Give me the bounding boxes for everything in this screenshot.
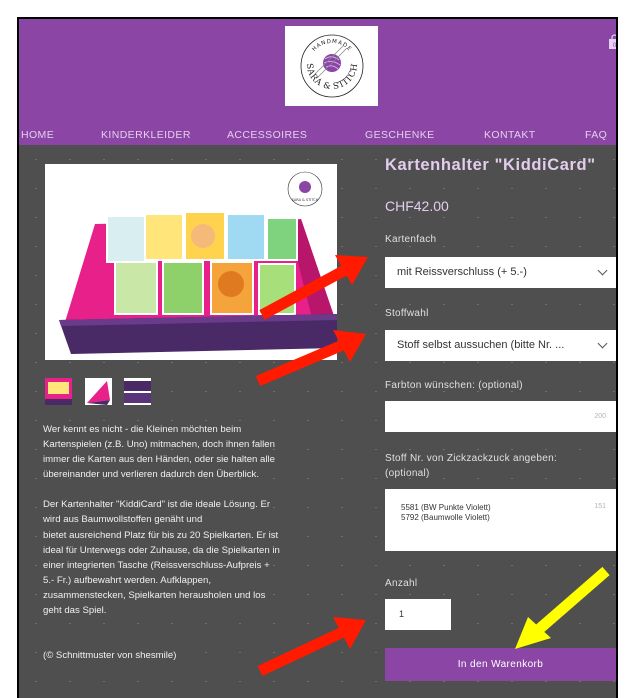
chevron-down-icon	[597, 338, 608, 349]
nav-kinderkleider[interactable]: KINDERKLEIDER	[101, 129, 191, 141]
quantity-input[interactable]: 1	[385, 599, 451, 630]
svg-text:HANDMADE: HANDMADE	[311, 39, 352, 53]
thumbnail-image-icon	[124, 381, 151, 403]
stoff-nr-line: 5792 (Baumwolle Violett)	[401, 512, 490, 522]
stoff-nr-textarea[interactable]: 5581 (BW Punkte Violett) 5792 (Baumwolle…	[385, 489, 616, 551]
cart-count: 0	[613, 43, 617, 49]
stoffwahl-label: Stoffwahl	[385, 308, 429, 319]
product-page: SARA & STITCH Wer kennt es nicht - die K…	[19, 145, 616, 698]
pattern-credit: (© Schnittmuster von shesmile)	[43, 650, 177, 662]
kartenfach-value: mit Reissverschluss (+ 5.-)	[397, 266, 527, 278]
kartenfach-dropdown[interactable]: mit Reissverschluss (+ 5.-)	[385, 257, 616, 288]
nav-faq[interactable]: FAQ	[585, 129, 607, 141]
kartenfach-label: Kartenfach	[385, 234, 437, 245]
add-to-cart-button[interactable]: In den Warenkorb	[385, 648, 616, 681]
cart-button[interactable]: 0	[608, 34, 617, 50]
logo-graphic: HANDMADE SARA & STITCH	[300, 34, 364, 98]
description-line: immer die Karten aus den Händen, oder si…	[43, 454, 275, 466]
main-nav: HOME KINDERKLEIDER ACCESSOIRES GESCHENKE…	[19, 125, 616, 145]
product-title: Kartenhalter "KiddiCard"	[385, 156, 596, 174]
image-logo-text: SARA & STITCH	[292, 198, 319, 202]
stoff-nr-label-line1: Stoff Nr. von Zickzackzuck angeben:	[385, 453, 558, 464]
stoff-nr-char-counter: 151	[594, 503, 606, 510]
description-line: zusammenstecken, Spielkarten herausholen…	[43, 589, 266, 601]
description-line: geht das Spiel.	[43, 605, 107, 617]
description-paragraph-3: (© Schnittmuster von shesmile)	[43, 648, 343, 663]
farbton-input[interactable]: 200	[385, 401, 616, 432]
product-image[interactable]: SARA & STITCH	[45, 164, 337, 360]
stoffwahl-value: Stoff selbst aussuchen (bitte Nr. ...	[397, 339, 565, 351]
description-line: 5.- Fr.) aufbewahrt werden. Aufklappen,	[43, 574, 211, 586]
description-paragraph-1: Wer kennt es nicht - die Kleinen möchten…	[43, 422, 343, 482]
description-line: wird aus Baumwollstoffen genäht und	[43, 514, 203, 526]
product-price: CHF42.00	[385, 198, 449, 214]
product-description: Wer kennt es nicht - die Kleinen möchten…	[43, 422, 343, 678]
thumbnail-2[interactable]	[85, 378, 112, 405]
description-line: ideal für Unterwegs oder Zuhause, da die…	[43, 544, 280, 556]
thumbnail-1[interactable]	[45, 378, 72, 405]
logo-text-top: HANDMADE	[311, 39, 351, 53]
description-line: Wer kennt es nicht - die Kleinen möchten…	[43, 424, 242, 435]
description-paragraph-2: Der Kartenhalter "KiddiCard" ist die ide…	[43, 497, 343, 618]
chevron-down-icon	[597, 265, 608, 276]
nav-geschenke[interactable]: GESCHENKE	[365, 129, 435, 141]
nav-accessoires[interactable]: ACCESSOIRES	[227, 129, 307, 141]
stoff-nr-value: 5581 (BW Punkte Violett) 5792 (Baumwolle…	[401, 503, 491, 522]
thumbnail-image-icon	[87, 381, 110, 405]
kartenhalter-photo: SARA & STITCH	[45, 164, 337, 360]
site-logo[interactable]: HANDMADE SARA & STITCH	[285, 26, 378, 106]
thumbnail-3[interactable]	[124, 378, 151, 405]
browser-frame: HANDMADE SARA & STITCH 0 HOME KINDERKLEI…	[17, 17, 618, 698]
farbton-label: Farbton wünschen: (optional)	[385, 380, 523, 391]
nav-home[interactable]: HOME	[21, 129, 54, 141]
description-line: Der Kartenhalter "KiddiCard" ist die ide…	[43, 499, 271, 511]
description-line: einer integrierten Tasche (Reissverschlu…	[43, 559, 270, 571]
anzahl-label: Anzahl	[385, 578, 418, 589]
description-line: bietet ausreichend Platz für bis zu 20 S…	[43, 529, 279, 541]
shopping-bag-icon: 0	[609, 34, 617, 49]
nav-kontakt[interactable]: KONTAKT	[484, 129, 536, 141]
farbton-char-counter: 200	[594, 413, 606, 420]
description-line: Kartenspielen (z.B. Uno) mitmachen, doch…	[43, 439, 275, 451]
thumbnail-image-icon	[45, 378, 72, 405]
stoff-nr-line: 5581 (BW Punkte Violett)	[401, 503, 491, 512]
stoff-nr-label-line2: (optional)	[385, 468, 430, 479]
stoffwahl-dropdown[interactable]: Stoff selbst aussuchen (bitte Nr. ...	[385, 330, 616, 361]
description-line: übereinander und verlieren dadurch den Ü…	[43, 469, 259, 481]
